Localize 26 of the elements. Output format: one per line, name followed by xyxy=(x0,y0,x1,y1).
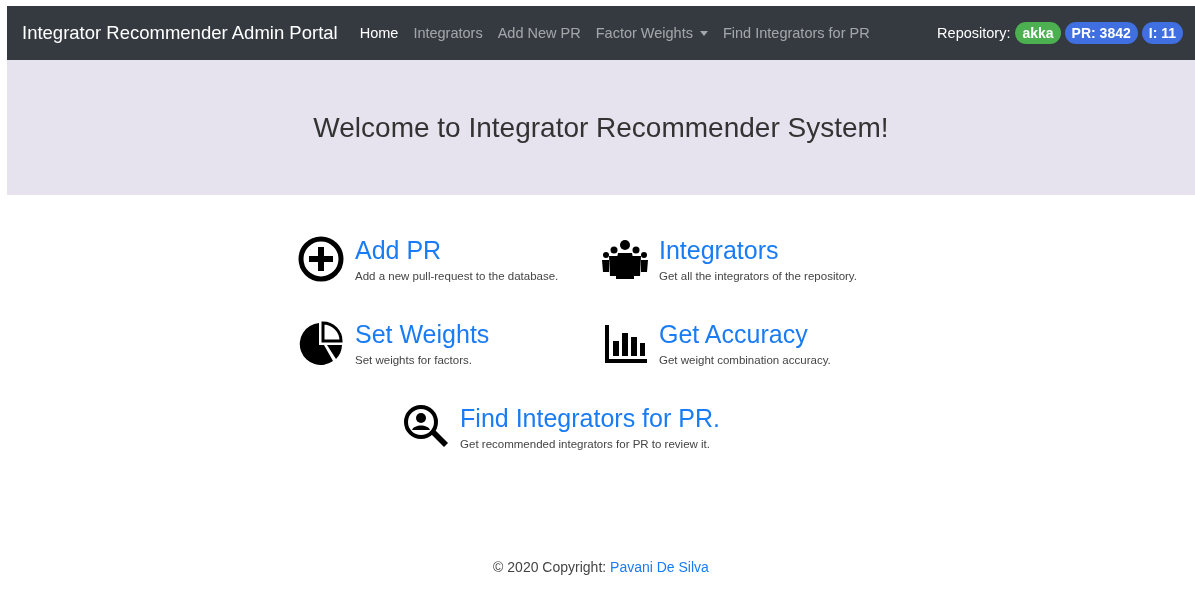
feature-link[interactable]: Set Weights xyxy=(355,319,490,349)
pie-chart-icon xyxy=(297,319,345,367)
copyright-text: © 2020 Copyright: xyxy=(493,559,607,575)
feature-description: Add a new pull-request to the database. xyxy=(355,270,559,282)
feature-link[interactable]: Get Accuracy xyxy=(659,319,831,349)
author-link[interactable]: Pavani De Silva xyxy=(610,559,709,575)
badge: akka xyxy=(1015,22,1061,44)
feature-description: Get recommended integrators for PR to review it. xyxy=(460,438,711,450)
welcome-heading: Welcome to Integrator Recommender System! xyxy=(313,111,889,144)
caret-icon xyxy=(699,30,708,36)
nav-link[interactable]: Add New PR xyxy=(497,25,581,41)
nav-link[interactable]: Find Integrators for PR xyxy=(722,25,870,41)
feature-link[interactable]: Find Integrators for PR. xyxy=(460,403,720,433)
nav-link[interactable]: Home xyxy=(359,25,399,41)
repository-label: Repository: xyxy=(937,25,1011,41)
feature-description: Get weight combination accuracy. xyxy=(659,354,831,366)
nav-link[interactable]: Integrators xyxy=(413,25,483,41)
feature-link[interactable]: Add PR xyxy=(355,235,559,265)
badge: PR: 3842 xyxy=(1064,22,1138,44)
feature-description: Set weights for factors. xyxy=(355,354,473,366)
badge: I: 11 xyxy=(1141,22,1183,44)
feature-description: Get all the integrators of the repository. xyxy=(659,270,857,282)
brand-link[interactable]: Integrator Recommender Admin Portal xyxy=(22,22,338,44)
plus-circle-icon xyxy=(297,235,345,283)
nav-dropdown[interactable]: Factor Weights xyxy=(595,25,708,41)
feature-link[interactable]: Integrators xyxy=(659,235,857,265)
